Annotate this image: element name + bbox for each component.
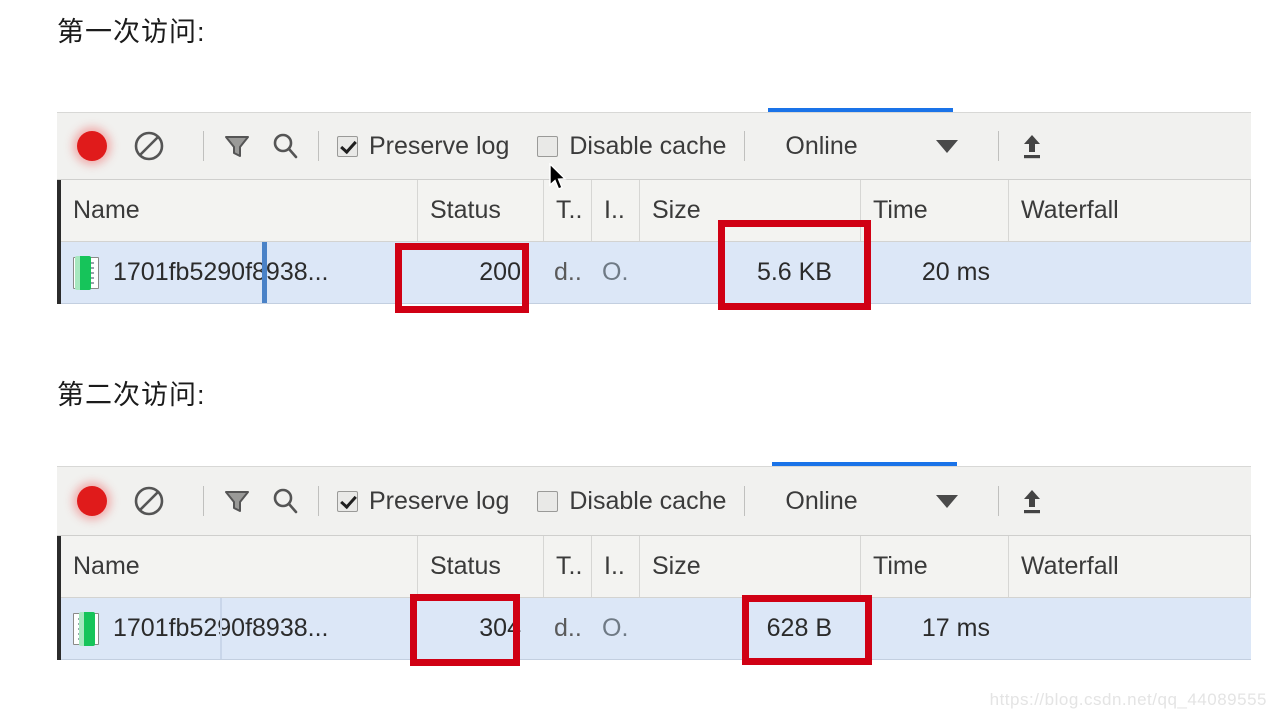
page-title-first-visit: 第一次访问: (57, 17, 206, 47)
cell-size: 628 B (766, 614, 832, 642)
toolbar-divider-4 (997, 486, 999, 516)
column-header-status[interactable]: Status (418, 180, 544, 241)
toolbar-divider-3 (744, 131, 746, 161)
import-upload-icon[interactable] (1017, 131, 1047, 161)
network-toolbar: Preserve log Disable cache Online (57, 112, 1251, 180)
request-name-text: 1701fb5290f8938... (113, 258, 329, 286)
filter-funnel-icon[interactable] (222, 131, 252, 161)
cell-status: 200 (479, 258, 521, 286)
cell-waterfall (79, 598, 1251, 659)
cell-initiator: O. (602, 614, 629, 642)
column-header-initiator[interactable]: I.. (592, 180, 640, 241)
checkbox-box-checked (337, 135, 358, 157)
cell-size: 5.6 KB (756, 258, 832, 286)
column-header-initiator[interactable]: I.. (592, 536, 640, 597)
network-request-table-2: Name Status T.. I.. Size Time Waterfall … (57, 536, 1251, 660)
filter-funnel-icon[interactable] (222, 486, 252, 516)
column-header-time[interactable]: Time (861, 536, 1009, 597)
column-header-type[interactable]: T.. (544, 536, 592, 597)
clear-prohibited-icon[interactable] (133, 485, 165, 517)
watermark-text: https://blog.csdn.net/qq_44089555 (989, 690, 1267, 709)
throttle-select-value[interactable]: Online (785, 132, 857, 161)
cell-time: 17 ms (921, 614, 990, 642)
cell-name[interactable]: 1701fb5290f8938... (61, 598, 418, 659)
table-row[interactable]: 1701fb5290f8938... 304 d.. O. 628 B 17 m… (61, 598, 1251, 660)
checkbox-box-checked (337, 490, 358, 512)
record-circle-icon[interactable] (77, 131, 107, 161)
disable-cache-checkbox[interactable] (537, 490, 569, 512)
preserve-log-label[interactable]: Preserve log (369, 487, 509, 516)
toolbar-divider-2 (318, 486, 319, 516)
disable-cache-label[interactable]: Disable cache (569, 487, 726, 516)
checkbox-box-unchecked (537, 135, 559, 157)
cell-initiator: O. (602, 258, 629, 286)
disable-cache-checkbox[interactable] (537, 135, 569, 157)
column-header-time[interactable]: Time (861, 180, 1009, 241)
toolbar-divider-3 (744, 486, 746, 516)
network-panel-second-visit: Preserve log Disable cache Online Name S… (57, 462, 1251, 680)
cell-status: 304 (479, 614, 521, 642)
cell-type: d.. (554, 614, 582, 642)
column-header-name[interactable]: Name (61, 536, 418, 597)
table-header-row: Name Status T.. I.. Size Time Waterfall (61, 536, 1251, 598)
preserve-log-checkbox[interactable] (337, 135, 369, 157)
throttle-select-value[interactable]: Online (785, 487, 857, 516)
page-title-second-visit: 第二次访问: (57, 380, 206, 410)
chevron-down-icon[interactable] (935, 139, 958, 153)
disable-cache-label[interactable]: Disable cache (569, 132, 726, 161)
column-header-name[interactable]: Name (61, 180, 418, 241)
preserve-log-checkbox[interactable] (337, 490, 369, 512)
column-header-type[interactable]: T.. (544, 180, 592, 241)
import-upload-icon[interactable] (1017, 486, 1047, 516)
column-header-waterfall[interactable]: Waterfall (1009, 180, 1251, 241)
cell-type: d.. (554, 258, 582, 286)
cell-waterfall (75, 242, 1251, 303)
preserve-log-label[interactable]: Preserve log (369, 132, 509, 161)
column-header-status[interactable]: Status (418, 536, 544, 597)
search-magnifier-icon[interactable] (270, 131, 300, 161)
toolbar-divider (203, 131, 204, 161)
network-toolbar-2: Preserve log Disable cache Online (57, 466, 1251, 536)
toolbar-divider (203, 486, 204, 516)
column-header-size[interactable]: Size (640, 536, 861, 597)
column-header-waterfall[interactable]: Waterfall (1009, 536, 1251, 597)
search-magnifier-icon[interactable] (270, 486, 300, 516)
checkbox-box-unchecked (537, 490, 559, 512)
network-panel-first-visit: Preserve log Disable cache Online Name S… (57, 108, 1251, 316)
cell-time: 20 ms (921, 258, 990, 286)
chevron-down-icon[interactable] (935, 494, 958, 508)
network-request-table: Name Status T.. I.. Size Time Waterfall … (57, 180, 1251, 304)
clear-prohibited-icon[interactable] (133, 130, 165, 162)
cell-name[interactable]: 1701fb5290f8938... (61, 242, 418, 303)
record-circle-icon[interactable] (77, 486, 107, 516)
table-header-row: Name Status T.. I.. Size Time Waterfall (61, 180, 1251, 242)
toolbar-divider-4 (997, 131, 999, 161)
column-header-size[interactable]: Size (640, 180, 861, 241)
table-row[interactable]: 1701fb5290f8938... 200 d.. O. 5.6 KB 20 … (61, 242, 1251, 304)
toolbar-divider-2 (318, 131, 319, 161)
